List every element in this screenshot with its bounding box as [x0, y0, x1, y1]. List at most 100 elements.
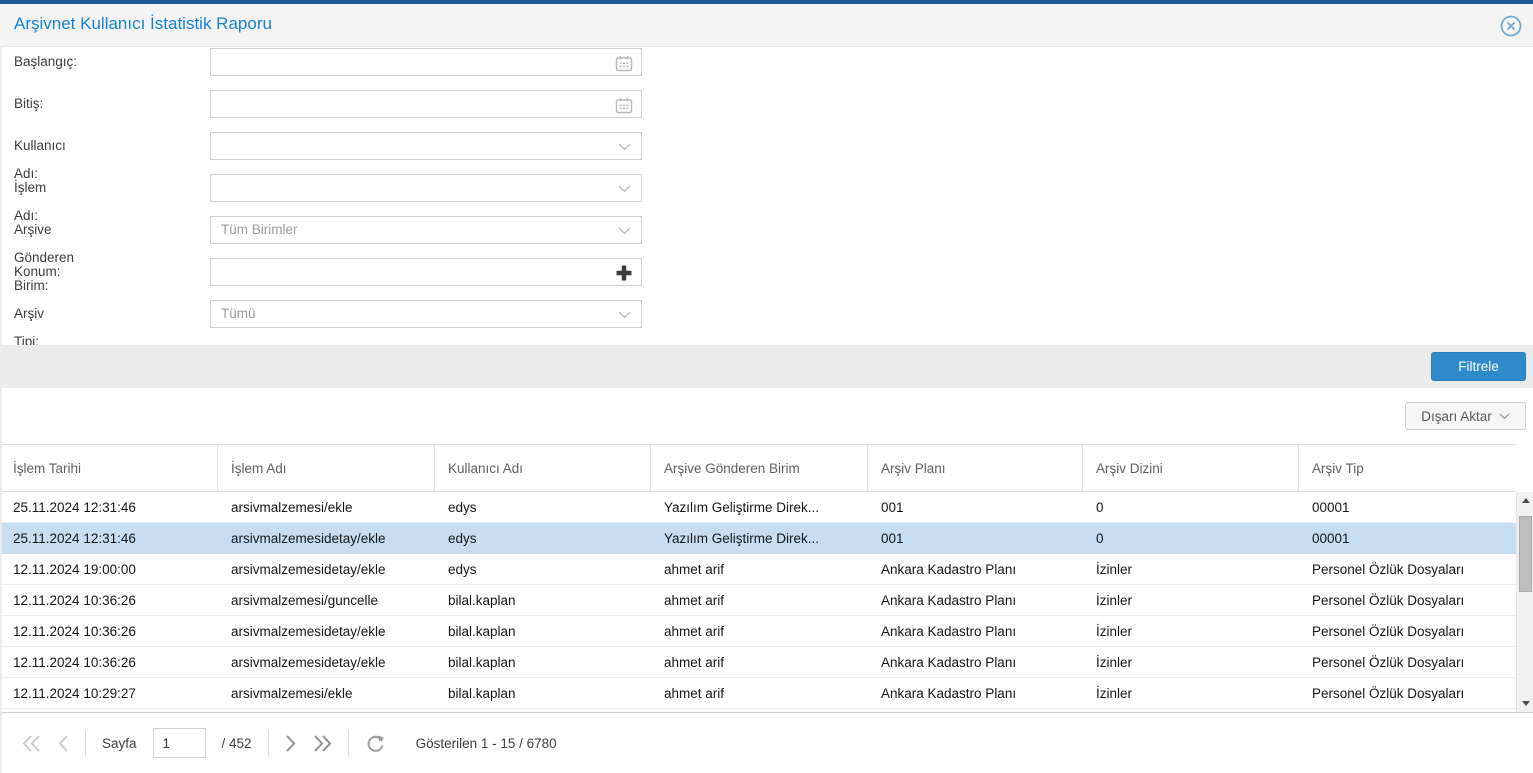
table-row[interactable]: 12.11.2024 10:36:26arsivmalzemesidetay/e…: [0, 616, 1516, 647]
table-row[interactable]: 12.11.2024 19:00:00arsivmalzemesidetay/e…: [0, 554, 1516, 585]
chevron-down-icon[interactable]: [614, 221, 634, 241]
table-cell: Ankara Kadastro Planı: [868, 585, 1083, 615]
combo-value: Tüm Birimler: [221, 217, 611, 243]
table-cell: 25.11.2024 12:31:46: [0, 492, 218, 522]
table-cell: Yazılım Geliştirme Direk...: [651, 492, 868, 522]
page-number-input[interactable]: [153, 728, 206, 758]
table-cell: 12.11.2024 10:36:26: [0, 647, 218, 677]
table-cell: arsivmalzemesi/ekle: [218, 492, 435, 522]
chevron-down-icon[interactable]: [614, 137, 634, 157]
filter-toolbar: Filtrele: [0, 345, 1533, 388]
table-cell: İzinler: [1083, 678, 1299, 708]
table-cell: İzinler: [1083, 585, 1299, 615]
table-cell: ahmet arif: [651, 554, 868, 584]
table-cell: Personel Özlük Dosyaları: [1299, 678, 1516, 708]
table-cell: 12.11.2024 10:29:27: [0, 678, 218, 708]
table-cell: 0: [1083, 492, 1299, 522]
field-label: Bitiş:: [14, 90, 43, 118]
chevron-down-icon: [1499, 413, 1510, 420]
pager-separator: [348, 731, 349, 756]
grid-header: İşlem Tarihiİşlem AdıKullanıcı AdıArşive…: [0, 444, 1516, 492]
table-cell: arsivmalzemesidetay/ekle: [218, 647, 435, 677]
start-date-field[interactable]: [210, 48, 642, 76]
column-header[interactable]: Arşive Gönderen Birim: [651, 445, 868, 491]
table-cell: Ankara Kadastro Planı: [868, 647, 1083, 677]
table-cell: Ankara Kadastro Planı: [868, 678, 1083, 708]
scrollbar-thumb[interactable]: [1519, 516, 1532, 592]
pagination-bar: Sayfa / 452 Gösterilen 1 - 15 / 6780: [0, 712, 1533, 773]
location-field[interactable]: [210, 258, 642, 286]
column-header[interactable]: İşlem Adı: [218, 445, 435, 491]
first-page-icon[interactable]: [22, 735, 42, 752]
table-cell: bilal.kaplan: [435, 678, 651, 708]
pager-separator: [85, 731, 86, 756]
column-header[interactable]: Arşiv Tip: [1299, 445, 1516, 491]
table-cell: 00001: [1299, 523, 1516, 553]
page-label: Sayfa: [102, 736, 137, 751]
filter-button[interactable]: Filtrele: [1431, 352, 1526, 381]
column-header[interactable]: Kullanıcı Adı: [435, 445, 651, 491]
last-page-icon[interactable]: [312, 735, 332, 752]
window-left-border: [0, 46, 2, 773]
next-page-icon[interactable]: [285, 735, 296, 752]
column-header[interactable]: İşlem Tarihi: [0, 445, 218, 491]
table-row[interactable]: 25.11.2024 12:31:46arsivmalzemesi/ekleed…: [0, 492, 1516, 523]
field-label: Başlangıç:: [14, 48, 77, 76]
start-date-input[interactable]: [211, 49, 641, 75]
table-cell: İzinler: [1083, 554, 1299, 584]
export-button[interactable]: Dışarı Aktar: [1405, 402, 1526, 430]
table-cell: Personel Özlük Dosyaları: [1299, 647, 1516, 677]
export-toolbar: Dışarı Aktar: [0, 388, 1533, 444]
table-cell: 001: [868, 523, 1083, 553]
table-cell: 12.11.2024 10:36:26: [0, 616, 218, 646]
table-cell: 00001: [1299, 492, 1516, 522]
table-cell: arsivmalzemesi/guncelle: [218, 585, 435, 615]
vertical-scrollbar[interactable]: [1516, 492, 1533, 712]
table-row[interactable]: 12.11.2024 10:29:27arsivmalzemesi/eklebi…: [0, 678, 1516, 709]
table-cell: edys: [435, 492, 651, 522]
plus-icon[interactable]: [614, 263, 634, 283]
table-cell: edys: [435, 554, 651, 584]
calendar-icon[interactable]: [614, 95, 634, 115]
refresh-icon[interactable]: [365, 733, 386, 754]
displayed-range-summary: Gösterilen 1 - 15 / 6780: [416, 736, 557, 751]
table-cell: bilal.kaplan: [435, 616, 651, 646]
operation-combo[interactable]: [210, 174, 642, 202]
table-cell: edys: [435, 523, 651, 553]
chevron-down-icon[interactable]: [614, 305, 634, 325]
table-cell: Personel Özlük Dosyaları: [1299, 554, 1516, 584]
table-cell: 001: [868, 492, 1083, 522]
total-pages: / 452: [222, 736, 252, 751]
end-date-field[interactable]: [210, 90, 642, 118]
table-cell: 25.11.2024 12:31:46: [0, 523, 218, 553]
table-cell: arsivmalzemesidetay/ekle: [218, 554, 435, 584]
scroll-up-icon[interactable]: [1517, 492, 1533, 509]
end-date-input[interactable]: [211, 91, 641, 117]
chevron-down-icon[interactable]: [614, 179, 634, 199]
table-cell: Ankara Kadastro Planı: [868, 554, 1083, 584]
report-window: Arşivnet Kullanıcı İstatistik Raporu Baş…: [0, 0, 1533, 773]
username-combo[interactable]: [210, 132, 642, 160]
table-cell: ahmet arif: [651, 585, 868, 615]
scroll-down-icon[interactable]: [1517, 695, 1533, 712]
table-cell: ahmet arif: [651, 616, 868, 646]
table-cell: Personel Özlük Dosyaları: [1299, 585, 1516, 615]
table-cell: Yazılım Geliştirme Direk...: [651, 523, 868, 553]
column-header[interactable]: Arşiv Dizini: [1083, 445, 1299, 491]
window-titlebar: Arşivnet Kullanıcı İstatistik Raporu: [0, 4, 1533, 47]
table-cell: Ankara Kadastro Planı: [868, 616, 1083, 646]
table-cell: bilal.kaplan: [435, 647, 651, 677]
prev-page-icon[interactable]: [58, 735, 69, 752]
table-row[interactable]: 12.11.2024 10:36:26arsivmalzemesidetay/e…: [0, 647, 1516, 678]
sending-unit-combo[interactable]: Tüm Birimler: [210, 216, 642, 244]
table-cell: İzinler: [1083, 647, 1299, 677]
archive-type-combo[interactable]: Tümü: [210, 300, 642, 328]
location-input[interactable]: [211, 259, 641, 285]
table-row[interactable]: 12.11.2024 10:36:26arsivmalzemesi/guncel…: [0, 585, 1516, 616]
calendar-icon[interactable]: [614, 53, 634, 73]
table-cell: 0: [1083, 523, 1299, 553]
close-icon[interactable]: [1499, 14, 1523, 38]
table-cell: Personel Özlük Dosyaları: [1299, 616, 1516, 646]
table-row[interactable]: 25.11.2024 12:31:46arsivmalzemesidetay/e…: [0, 523, 1516, 554]
column-header[interactable]: Arşiv Planı: [868, 445, 1083, 491]
